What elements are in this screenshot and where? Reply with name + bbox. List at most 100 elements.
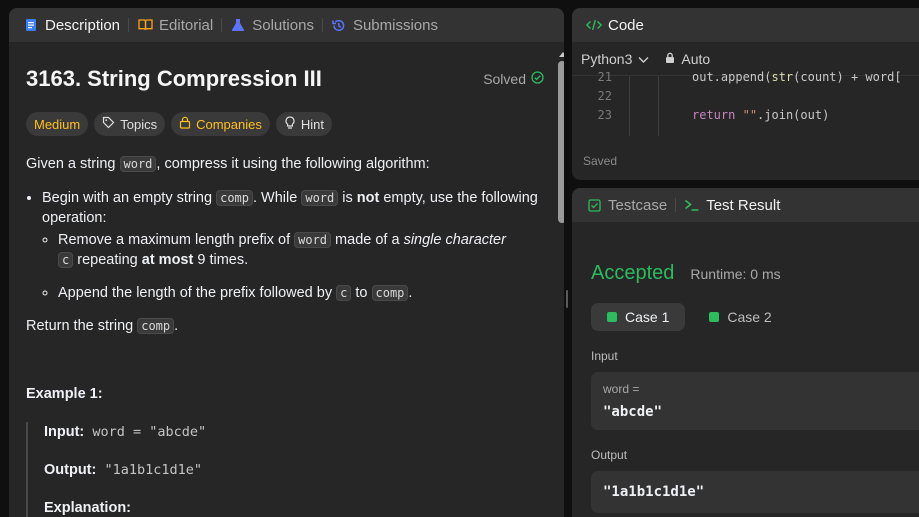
inline-code: c bbox=[58, 252, 74, 268]
panel-resize-handle[interactable] bbox=[566, 290, 568, 308]
chevron-down-icon bbox=[638, 51, 649, 67]
inline-code: comp bbox=[137, 318, 175, 334]
case-tab-1[interactable]: Case 1 bbox=[591, 303, 686, 331]
test-tabbar: Testcase Test Result bbox=[572, 188, 919, 222]
case-tabs: Case 1 Case 2 bbox=[591, 303, 919, 331]
inline-code: word bbox=[294, 232, 332, 248]
solved-indicator: Solved bbox=[483, 71, 544, 87]
example-explanation: Explanation: bbox=[44, 500, 132, 516]
return-paragraph: Return the string comp. bbox=[26, 318, 179, 334]
inline-code: comp bbox=[216, 190, 253, 206]
tab-testcase-label: Testcase bbox=[608, 196, 668, 214]
tab-submissions[interactable]: Submissions bbox=[325, 8, 444, 42]
save-status: Saved bbox=[583, 154, 618, 168]
code-tabbar: Code bbox=[572, 8, 919, 42]
scrollbar-thumb[interactable] bbox=[558, 61, 564, 223]
inline-code: word bbox=[119, 156, 157, 172]
tab-description-label: Description bbox=[45, 16, 121, 34]
sub-list: Remove a maximum length prefix of word m… bbox=[42, 230, 546, 303]
line-number: 23 bbox=[597, 108, 612, 122]
difficulty-badge: Medium bbox=[26, 112, 89, 136]
problem-description: Given a string word, compress it using t… bbox=[26, 154, 546, 517]
passed-check-icon bbox=[709, 312, 720, 322]
list-item: Remove a maximum length prefix of word m… bbox=[58, 230, 546, 270]
output-box: "1a1b1c1d1e" bbox=[591, 471, 919, 513]
tab-editorial[interactable]: Editorial bbox=[131, 8, 219, 42]
case-tab-2[interactable]: Case 2 bbox=[693, 303, 787, 331]
example-input: Input: word = "abcde" bbox=[44, 424, 207, 440]
auto-mode-label: Auto bbox=[681, 50, 711, 67]
language-label: Python3 bbox=[581, 50, 633, 67]
tab-separator bbox=[321, 18, 323, 32]
lightbulb-icon bbox=[284, 115, 296, 133]
input-value: "abcde" bbox=[603, 404, 663, 420]
output-label: Output bbox=[591, 448, 628, 462]
test-panel: Testcase Test Result Accepted Runtime: 0… bbox=[572, 188, 919, 517]
description-icon bbox=[23, 17, 39, 33]
tag-chips: Medium Topics Companies Hint bbox=[26, 112, 546, 136]
inline-code: comp bbox=[371, 285, 409, 301]
case-label: Case 1 bbox=[625, 309, 670, 325]
language-select[interactable]: Python3 bbox=[581, 51, 649, 67]
example-title: Example 1: bbox=[26, 386, 103, 402]
code-icon bbox=[586, 17, 602, 33]
input-variable: word = bbox=[603, 382, 640, 396]
topics-button[interactable]: Topics bbox=[94, 112, 166, 136]
case-label: Case 2 bbox=[727, 309, 772, 325]
tab-editorial-label: Editorial bbox=[159, 16, 214, 34]
tab-separator bbox=[675, 198, 677, 212]
problem-title[interactable]: 3163. String Compression III bbox=[26, 66, 322, 92]
scroll-up-arrow-icon[interactable] bbox=[559, 52, 564, 57]
topics-label: Topics bbox=[120, 116, 158, 132]
tab-solutions-label: Solutions bbox=[252, 16, 314, 34]
code-line: out.append(str(count) + word[ bbox=[692, 70, 902, 84]
tab-separator bbox=[221, 18, 223, 32]
example-output: Output: "1a1b1c1d1e" bbox=[44, 462, 203, 478]
solved-label: Solved bbox=[483, 71, 526, 87]
tab-code-label: Code bbox=[608, 16, 644, 34]
check-circle-icon bbox=[531, 71, 544, 87]
list-item: Append the length of the prefix followed… bbox=[58, 283, 546, 303]
tab-description[interactable]: Description bbox=[17, 8, 126, 42]
tab-submissions-label: Submissions bbox=[352, 16, 438, 34]
code-panel: Code Python3 Auto 21 out.append(str(coun… bbox=[572, 8, 919, 180]
title-row: 3163. String Compression III Solved bbox=[26, 66, 546, 92]
code-editor[interactable]: 21 out.append(str(count) + word[ 22 23 r… bbox=[572, 70, 919, 136]
description-scrollbar[interactable] bbox=[558, 52, 564, 232]
example-block: Input: word = "abcde" Output: "1a1b1c1d1… bbox=[26, 422, 546, 517]
input-box: word = "abcde" bbox=[591, 372, 919, 430]
description-panel: Description Editorial Solutions Submissi… bbox=[9, 8, 564, 517]
tab-testcase[interactable]: Testcase bbox=[580, 188, 673, 222]
line-number: 21 bbox=[597, 70, 612, 84]
flask-icon bbox=[230, 17, 246, 33]
description-content: 3163. String Compression III Solved Medi… bbox=[26, 42, 546, 517]
auto-mode[interactable]: Auto bbox=[665, 51, 710, 67]
list-item: Begin with an empty string comp. While w… bbox=[42, 188, 546, 303]
tag-icon bbox=[102, 116, 115, 132]
inline-code: word bbox=[301, 190, 339, 206]
passed-check-icon bbox=[607, 312, 617, 322]
lock-icon bbox=[179, 116, 191, 132]
tab-test-result-label: Test Result bbox=[706, 196, 781, 214]
history-icon bbox=[331, 17, 347, 33]
lock-icon bbox=[665, 51, 675, 67]
tab-code[interactable]: Code bbox=[580, 8, 650, 42]
companies-button[interactable]: Companies bbox=[171, 112, 270, 136]
terminal-icon bbox=[684, 197, 700, 213]
algorithm-list: Begin with an empty string comp. While w… bbox=[26, 188, 546, 303]
inline-code: c bbox=[336, 285, 352, 301]
tab-solutions[interactable]: Solutions bbox=[224, 8, 320, 42]
result-status: Accepted bbox=[591, 262, 675, 284]
code-line: return "".join(out) bbox=[692, 108, 830, 122]
checkbox-icon bbox=[586, 197, 602, 213]
indent-guide bbox=[658, 76, 659, 136]
companies-label: Companies bbox=[196, 116, 262, 132]
tab-test-result[interactable]: Test Result bbox=[678, 188, 786, 222]
intro-paragraph: Given a string word, compress it using t… bbox=[26, 156, 430, 172]
result-header: Accepted Runtime: 0 ms bbox=[591, 262, 919, 285]
hint-label: Hint bbox=[300, 116, 324, 132]
tab-separator bbox=[128, 18, 130, 32]
hint-button[interactable]: Hint bbox=[275, 112, 332, 136]
description-tabbar: Description Editorial Solutions Submissi… bbox=[9, 8, 564, 42]
runtime: Runtime: 0 ms bbox=[690, 266, 781, 282]
